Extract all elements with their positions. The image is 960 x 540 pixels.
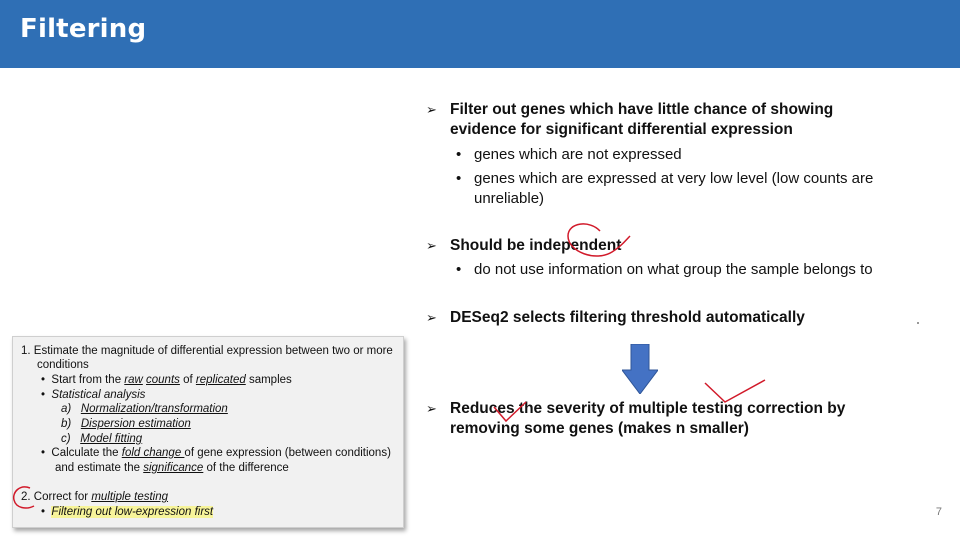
bullet-deseq2: ➢ DESeq2 selects filtering threshold aut… xyxy=(426,308,805,328)
bullet-dot-icon: • xyxy=(456,146,462,163)
sub-bullet-text: genes which are not expressed xyxy=(474,146,682,163)
bullet-filter-out: ➢ Filter out genes which have little cha… xyxy=(426,100,833,140)
bullet-text: Reduces the severity of multiple testing… xyxy=(450,400,846,417)
page-number: 7 xyxy=(935,506,942,518)
sub-bullet: • do not use information on what group t… xyxy=(456,260,873,280)
bullet-independent: ➢ Should be independent xyxy=(426,236,621,256)
sub-bullet: • genes which are not expressed xyxy=(456,145,682,165)
bullet-text: removing some genes (makes n smaller) xyxy=(450,420,749,437)
stray-dot xyxy=(917,322,919,324)
bullet-text: Should be independent xyxy=(450,237,622,254)
page-title: Filtering xyxy=(20,14,147,44)
box-line: conditions xyxy=(37,359,89,371)
arrow-bullet-icon: ➢ xyxy=(426,310,437,325)
bullet-text: evidence for significant differential ex… xyxy=(450,121,793,138)
sub-bullet: • genes which are expressed at very low … xyxy=(456,169,873,209)
box-line: a) Normalization/transformation xyxy=(61,403,228,415)
bullet-text: Filter out genes which have little chanc… xyxy=(450,101,834,118)
arrow-bullet-icon: ➢ xyxy=(426,238,437,253)
bullet-dot-icon: • xyxy=(456,261,462,278)
sub-bullet-text: do not use information on what group the… xyxy=(474,261,873,278)
box-line: • Start from the raw counts of replicate… xyxy=(41,374,292,386)
title-bar: Filtering xyxy=(0,0,960,68)
bullet-dot-icon: • xyxy=(456,170,462,187)
sub-bullet-text: unreliable) xyxy=(474,190,545,207)
sub-bullet-text: genes which are expressed at very low le… xyxy=(474,170,874,187)
box-line: • Statistical analysis xyxy=(41,389,146,401)
box-line: c) Model fitting xyxy=(61,433,143,445)
bullet-text: DESeq2 selects filtering threshold autom… xyxy=(450,309,805,326)
bullet-reduces: ➢ Reduces the severity of multiple testi… xyxy=(426,399,845,439)
box-line: b) Dispersion estimation xyxy=(61,418,191,430)
pipeline-screenshot: 1. Estimate the magnitude of differentia… xyxy=(12,336,404,528)
box-line: • Calculate the fold change of gene expr… xyxy=(41,447,391,459)
arrow-bullet-icon: ➢ xyxy=(426,401,437,416)
box-line: and estimate the significance of the dif… xyxy=(55,462,289,474)
box-line: 1. Estimate the magnitude of differentia… xyxy=(21,345,393,357)
down-arrow-icon xyxy=(622,344,658,394)
box-line: 2. Correct for multiple testing xyxy=(21,491,169,503)
box-line: • Filtering out low-expression first xyxy=(41,506,214,518)
arrow-bullet-icon: ➢ xyxy=(426,102,437,117)
